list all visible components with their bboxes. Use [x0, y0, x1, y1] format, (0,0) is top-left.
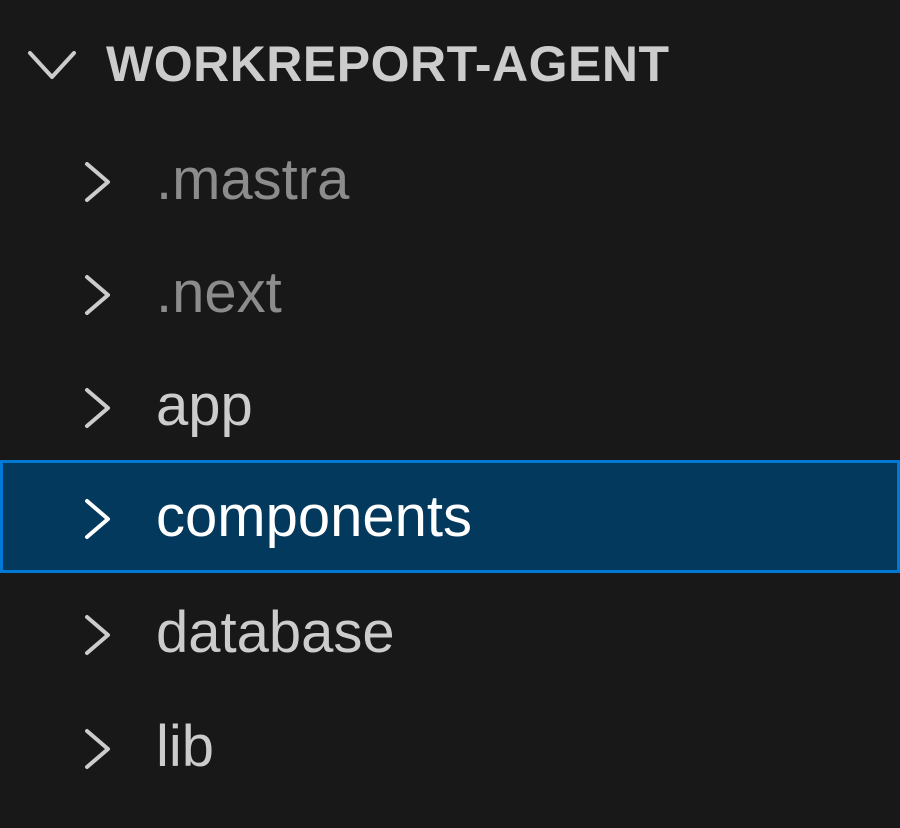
- chevron-right-icon[interactable]: [82, 497, 112, 541]
- tree-item-label: components: [156, 484, 472, 549]
- chevron-right-icon[interactable]: [82, 160, 112, 204]
- explorer-section-header[interactable]: WORKREPORT-AGENT: [0, 12, 900, 116]
- tree-item-app-folder[interactable]: app: [0, 349, 900, 462]
- tree-item-label: .next: [156, 260, 282, 325]
- tree-item-next-folder[interactable]: .next: [0, 236, 900, 349]
- tree-item-mastra-folder[interactable]: .mastra: [0, 123, 900, 236]
- tree-item-label: .mastra: [156, 147, 350, 212]
- chevron-right-icon[interactable]: [82, 613, 112, 657]
- chevron-right-icon[interactable]: [82, 273, 112, 317]
- tree-item-database-folder[interactable]: database: [0, 576, 900, 689]
- chevron-down-icon[interactable]: [26, 48, 78, 82]
- chevron-right-icon[interactable]: [82, 386, 112, 430]
- tree-item-components-folder[interactable]: components: [0, 460, 900, 573]
- tree-item-label: lib: [156, 714, 215, 779]
- workspace-title: WORKREPORT-AGENT: [106, 36, 670, 92]
- tree-item-lib-folder[interactable]: lib: [0, 690, 900, 803]
- tree-item-label: database: [156, 600, 395, 665]
- chevron-right-icon[interactable]: [82, 727, 112, 771]
- file-explorer: WORKREPORT-AGENT .mastra .next app compo…: [0, 0, 900, 828]
- tree-item-label: app: [156, 373, 253, 438]
